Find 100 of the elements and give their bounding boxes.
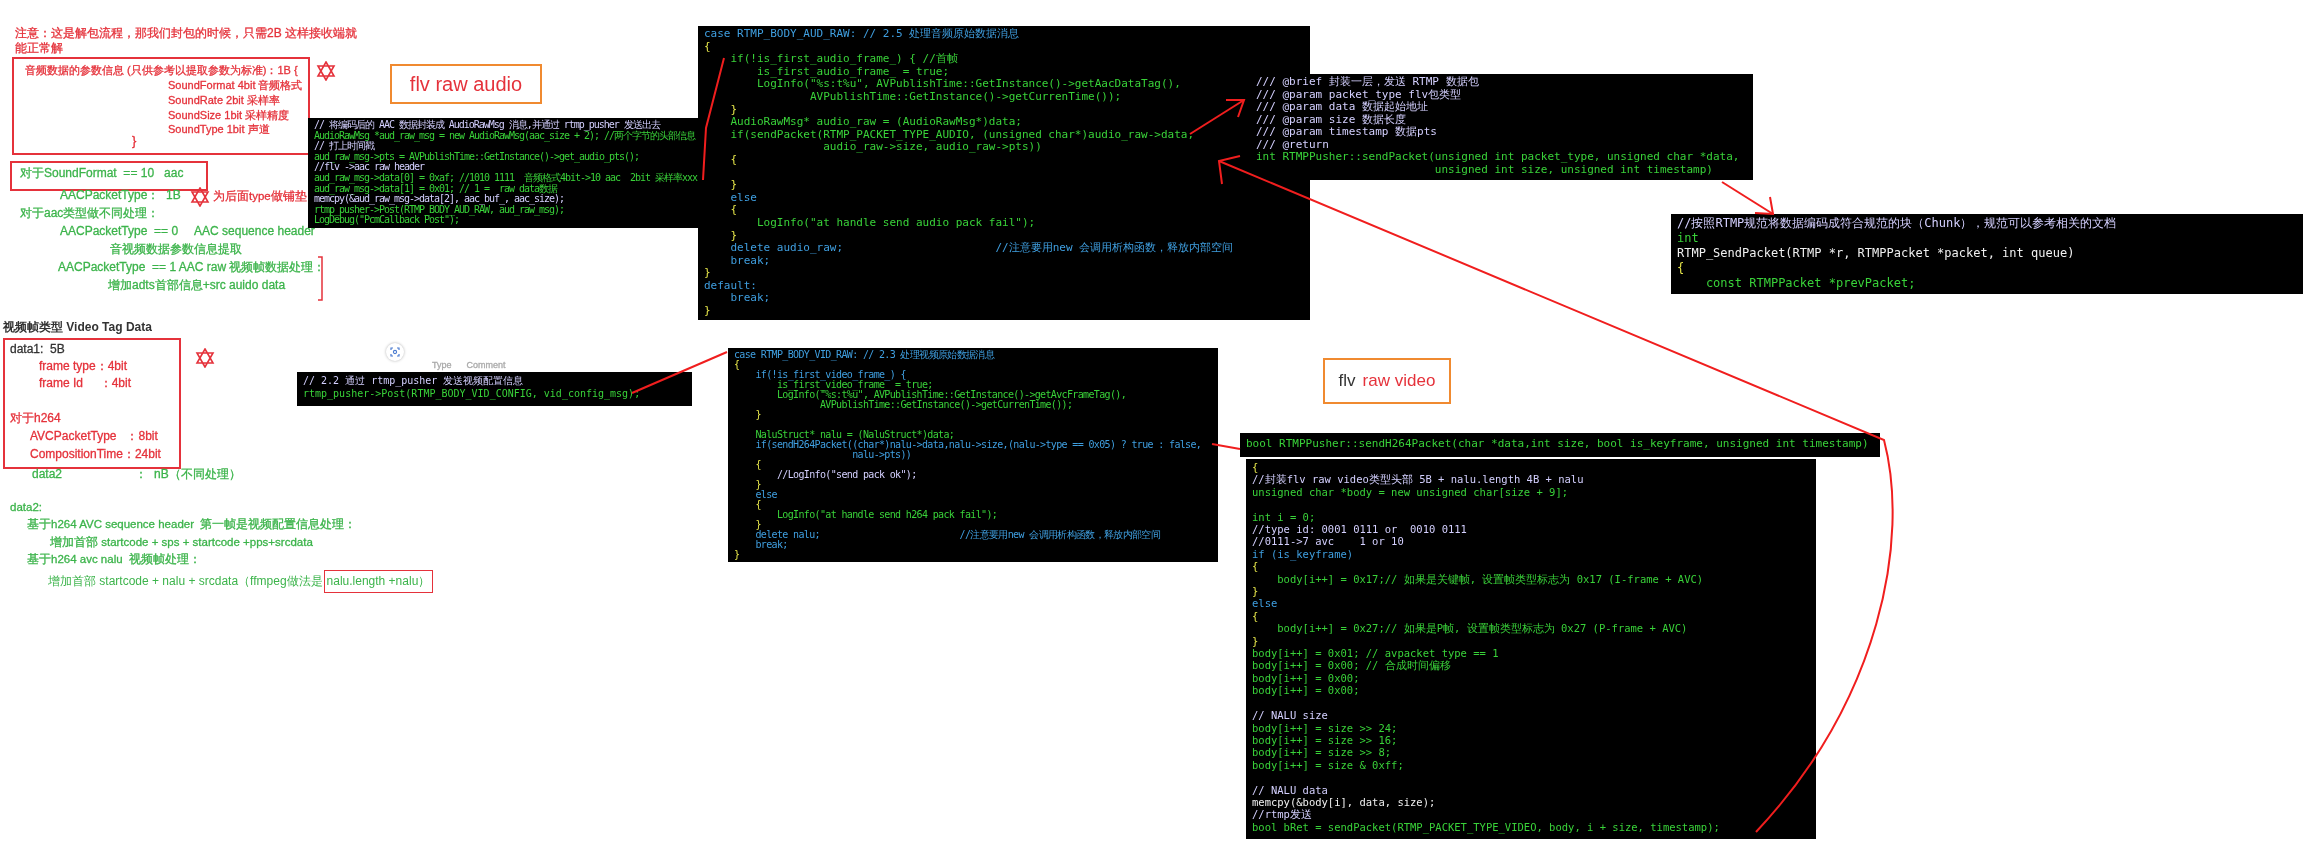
code-line: is_first_video_frame_ = true; <box>776 380 933 390</box>
code-line: { <box>1252 609 1259 623</box>
code-line: break; <box>729 292 771 306</box>
label-text: flv raw audio <box>409 72 523 96</box>
code-line: if (is_keyframe) <box>1252 547 1354 561</box>
code-line: body[i++] = size >> 8; <box>1252 746 1392 759</box>
code-line: /// @param timestamp 数据pts <box>1256 126 1437 139</box>
note-text: AACPacketType == 0 AAC sequence header <box>60 224 315 239</box>
note-text: frame Id ：4bit <box>39 376 132 391</box>
note-text: SoundRate 2bit 采样率 <box>168 94 280 108</box>
code-line: body[i++] = 0x01; // avpacket type == 1 <box>1252 647 1499 660</box>
code-line: { <box>754 500 761 510</box>
code-line: { <box>754 460 761 470</box>
code-line: /// @param data 数据起始地址 <box>1256 101 1428 114</box>
note-text: 增加adts首部信息+src auido data <box>108 278 286 293</box>
code-line: //按照RTMP规范将数据编码成符合规范的块（Chunk），规范可以参考相关的文档 <box>1677 216 2117 231</box>
code-line: LogInfo("at handle send audio pack fail"); <box>755 216 1036 230</box>
note-text: AACPacketType == 1 AAC raw 视频帧数据处理： <box>58 260 326 275</box>
code-line: case RTMP_BODY_VID_RAW: // 2.3 处理视频原始数据消息 <box>734 350 994 360</box>
code-line: //LogInfo("send pack ok"); <box>775 470 917 480</box>
code-line: // 2.2 通过 rtmp_pusher 发送视频配置信息 <box>303 374 524 387</box>
code-line: // NALU data <box>1252 783 1328 796</box>
code-line: int RTMPPusher::sendPacket(unsigned int packet_type, unsigned char *data, <box>1256 151 1740 164</box>
highlighted-text: nalu.length +nalu） <box>323 570 434 593</box>
code-line: case RTMP_BODY_AUD_RAW: // 2.5 处理音频原始数据消息 <box>704 28 1020 41</box>
section-title: 视频帧类型 Video Tag Data <box>3 319 152 336</box>
code-line: audio_raw->size, audio_raw->pts)) <box>823 141 1042 154</box>
scan-icon <box>390 347 400 357</box>
code-line: bool bRet = sendPacket(RTMP_PACKET_TYPE_VIDEO, body, i + size, timestamp); <box>1252 820 1720 834</box>
code-line: // NALU size <box>1252 709 1328 722</box>
code-line: body[i++] = 0x00; <box>1252 671 1360 685</box>
code-line: delete nalu; //注意要用new 会调用析构函数，释放内部空间 <box>754 530 1161 540</box>
code-line: default: <box>704 279 757 293</box>
code-line: } <box>1252 634 1259 648</box>
code-line: aud_raw_msg->pts = AVPublishTime::GetInstance()->get_audio_pts(); <box>314 151 640 163</box>
code-line: int <box>1677 231 1699 246</box>
code-line: NaluStruct* nalu = (NaluStruct*)data; <box>754 430 955 440</box>
code-line: AudioRawMsg *aud_raw_msg = new AudioRawMsg(aac_size + 2); //两个字节的头部信息 <box>314 130 695 142</box>
code-line: body[i++] = 0x00; // 合成时间偏移 <box>1252 659 1451 672</box>
bracket-line <box>317 256 323 301</box>
code-line: } <box>729 103 738 117</box>
code-line: //0111->7 avc 1 or 10 <box>1252 535 1404 548</box>
code-line: LogInfo("%s:t%u", AVPublishTime::GetInstance()->getAacDataTag(), <box>755 78 1181 91</box>
code-line: } <box>704 305 711 318</box>
code-line: body[i++] = size & 0xff; <box>1252 758 1404 772</box>
code-line: } <box>729 229 738 243</box>
note-text: SoundType 1bit 声道 <box>168 123 270 137</box>
code-line: { <box>704 40 711 54</box>
code-line: memcpy(&aud_raw_msg->data[2], aac_buf_, aac_size); <box>314 194 565 205</box>
star-icon <box>316 61 336 81</box>
code-line: { <box>1252 560 1259 573</box>
code-line: body[i++] = size >> 24; <box>1252 721 1398 734</box>
note-text: SoundSize 1bit 采样精度 <box>168 109 290 123</box>
code-line: body[i++] = 0x27;// 如果是P帧, 设置帧类型标志为 0x27 (P-frame + AVC) <box>1276 622 1688 635</box>
note-text: frame type：4bit <box>39 359 128 374</box>
note-text: 为后面type做铺垫 <box>213 189 307 204</box>
connector-line <box>1211 443 1241 450</box>
code-line: } <box>754 520 761 530</box>
note-text: 增加首部 startcode + sps + startcode +pps+srcdata <box>50 535 313 550</box>
star-icon <box>190 187 210 207</box>
note-text: 音频数据的参数信息 (只供参考以提取参数为标准)：1B { <box>25 64 298 78</box>
code-line: //封装flv raw video类型头部 5B + nalu.length 4B + nalu <box>1252 473 1584 486</box>
code-line: LogInfo("%s:t%u", AVPublishTime::GetInstance()->getAvcFrameTag(), <box>775 390 1127 400</box>
note-text: 基于h264 avc nalu 视频帧处理： <box>27 552 201 567</box>
code-line: break; <box>754 540 788 550</box>
code-line: bool RTMPPusher::sendH264Packet(char *data,int size, bool is_keyframe, unsigned int timestamp) <box>1246 436 1869 452</box>
code-line: nalu->pts)) <box>852 450 912 460</box>
note-text: data2: <box>10 500 42 515</box>
note-text: 基于h264 AVC sequence header 第一帧是视频配置信息处理： <box>27 517 357 532</box>
note-text: 注意：这是解包流程，那我们封包的时候，只需2B 这样接收端就能正常解 <box>15 26 358 56</box>
note-text: data1: 5B <box>10 342 65 357</box>
code-line: body[i++] = 0x00; <box>1252 684 1360 697</box>
code-line: aud_raw_msg->data[1] = 0x01; // 1 = raw data数据 <box>314 183 557 195</box>
code-line: LogInfo("at handle send h264 pack fail"); <box>775 510 998 520</box>
code-line: body[i++] = size >> 16; <box>1252 733 1398 747</box>
scan-button[interactable] <box>386 343 404 361</box>
code-line: } <box>1252 585 1259 598</box>
code-line: rtmp_pusher->Post(RTMP_BODY_VID_CONFIG, vid_config_msg); <box>303 387 641 400</box>
code-line: body[i++] = 0x17;// 如果是关键帧, 设置帧类型标志为 0x17 (I-frame + AVC) <box>1276 572 1704 586</box>
code-line: } <box>754 480 761 490</box>
code-line: is_first_audio_frame_ = true; <box>756 65 950 79</box>
code-line: //rtmp发送 <box>1252 808 1312 821</box>
code-line: AudioRawMsg* audio_raw = (AudioRawMsg*)data; <box>729 116 1022 129</box>
code-line: { <box>734 360 740 370</box>
code-line: } <box>704 267 711 280</box>
code-line: { <box>729 204 738 217</box>
label-text: raw video <box>1362 371 1436 391</box>
code-line: rtmp_pusher->Post(RTMP_BODY_AUD_RAW, aud_raw_msg); <box>314 204 565 216</box>
code-line: LogDebug("PcmCallback Post"); <box>314 215 459 226</box>
code-line: } <box>729 179 738 192</box>
code-line: { <box>1677 261 1685 276</box>
code-line: /// @param packet_type flv包类型 <box>1256 88 1462 101</box>
note-text: 增加首部 startcode + nalu + srcdata（ffmpeg做法是 <box>48 573 323 590</box>
note-text: Type Comment <box>432 360 506 372</box>
code-line: RTMP_SendPacket(RTMP *r, RTMPPacket *packet, int queue) <box>1677 246 2075 261</box>
note-text: 对于h264 <box>10 411 61 426</box>
code-line: AVPublishTime::GetInstance()->getCurrenTime()); <box>808 90 1122 104</box>
code-line: /// @brief 封装一层，发送 RTMP 数据包 <box>1256 76 1479 89</box>
code-line: if(!is_first_audio_frame_) { //首帧 <box>729 53 958 66</box>
code-line: if(sendPacket(RTMP_PACKET_TYPE_AUDIO, (unsigned char*)audio_raw->data, <box>729 128 1195 142</box>
